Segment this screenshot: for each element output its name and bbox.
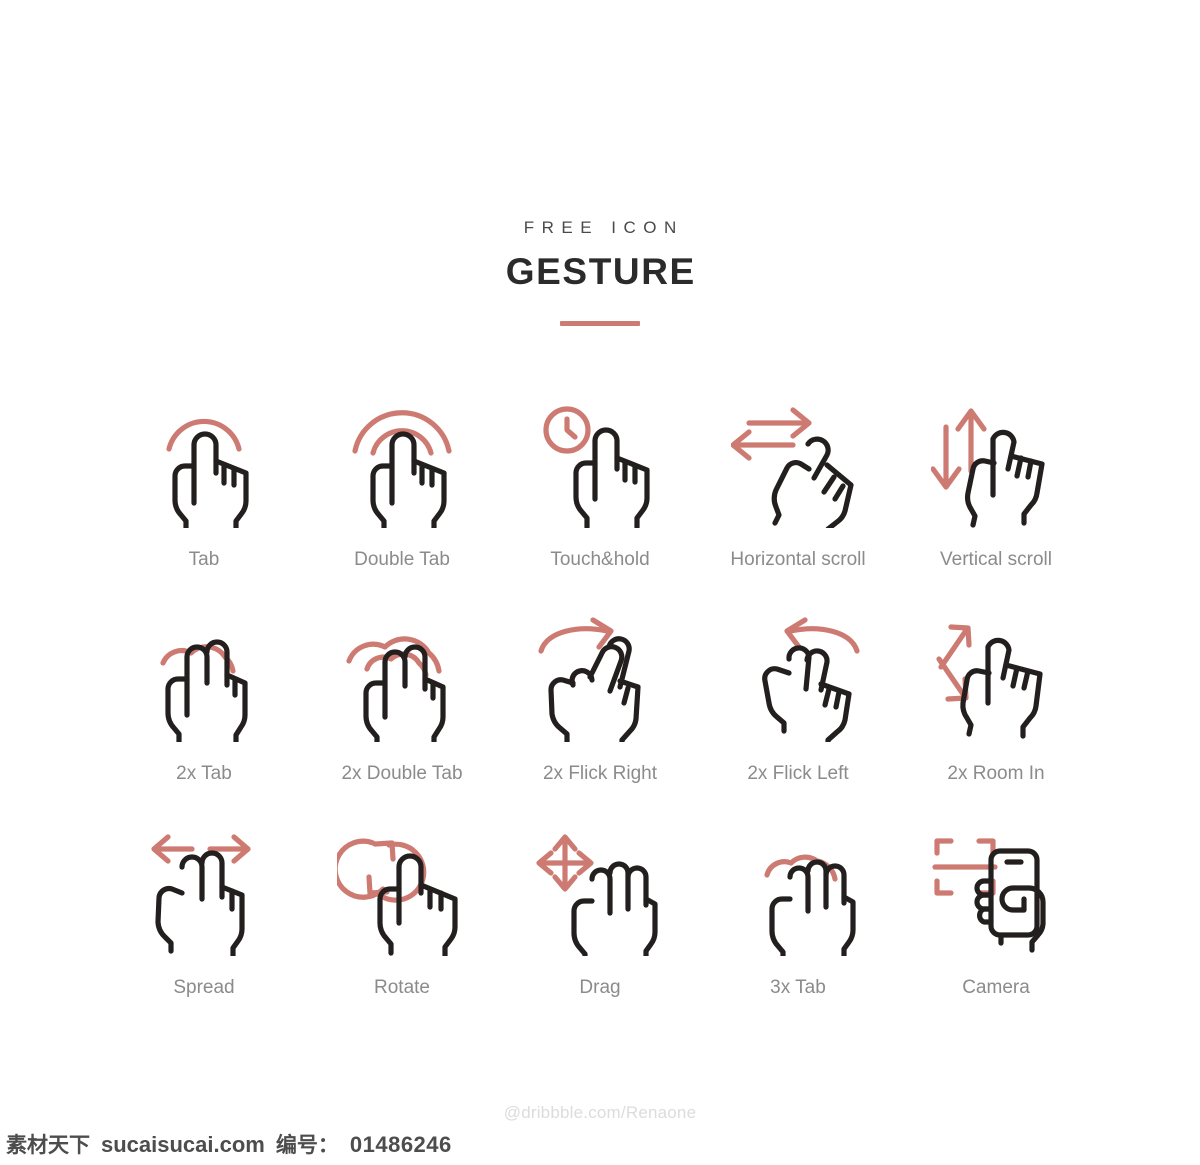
one-finger-double-tap-icon — [327, 393, 477, 538]
one-finger-tap-icon — [129, 393, 279, 538]
icon-label: 2x Double Tab — [341, 763, 463, 784]
icon-cell-vertical-scroll[interactable]: Vertical scroll — [897, 393, 1095, 607]
icon-cell-2x-room-in[interactable]: 2x Room In — [897, 607, 1095, 821]
icon-label: 2x Flick Left — [747, 763, 849, 784]
icon-label: 2x Room In — [947, 763, 1045, 784]
icon-label: Vertical scroll — [940, 549, 1052, 570]
two-finger-tap-icon — [129, 607, 279, 752]
watermark-site-cn: 素材天下 — [6, 1133, 90, 1157]
icon-label: 2x Tab — [176, 763, 232, 784]
page-title: GESTURE — [505, 251, 696, 293]
icon-label: Double Tab — [354, 549, 450, 570]
icon-cell-tab[interactable]: Tab — [105, 393, 303, 607]
site-watermark: 素材天下 sucaisucai.com 编号： 01486246 — [6, 1129, 452, 1159]
icon-cell-drag[interactable]: Drag — [501, 821, 699, 1035]
two-finger-flick-right-icon — [525, 607, 675, 752]
icon-cell-3x-tab[interactable]: 3x Tab — [699, 821, 897, 1035]
eyebrow-text: FREE ICON — [523, 218, 684, 237]
icon-label: Rotate — [374, 977, 430, 998]
icon-cell-2x-tab[interactable]: 2x Tab — [105, 607, 303, 821]
icon-label: Drag — [579, 977, 621, 998]
two-finger-flick-left-icon — [723, 607, 873, 752]
icon-cell-spread[interactable]: Spread — [105, 821, 303, 1035]
one-finger-touch-hold-clock-icon — [525, 393, 675, 538]
icon-cell-2x-flick-right[interactable]: 2x Flick Right — [501, 607, 699, 821]
page-header: FREE ICON GESTURE — [0, 218, 1200, 327]
icon-label: Camera — [962, 977, 1030, 998]
title-underline-rule — [560, 321, 640, 327]
two-finger-spread-icon — [129, 821, 279, 966]
camera-phone-scan-icon — [921, 821, 1071, 966]
icon-cell-rotate[interactable]: Rotate — [303, 821, 501, 1035]
one-finger-vertical-scroll-icon — [921, 393, 1071, 538]
two-finger-zoom-in-icon — [921, 607, 1071, 752]
icon-label: Spread — [173, 977, 235, 998]
watermark-number: 01486246 — [349, 1132, 452, 1157]
watermark-site-domain: sucaisucai.com — [101, 1132, 265, 1157]
icon-cell-camera[interactable]: Camera — [897, 821, 1095, 1035]
three-finger-drag-icon — [525, 821, 675, 966]
icon-label: Tab — [188, 549, 220, 570]
one-finger-rotate-icon — [327, 821, 477, 966]
icon-cell-2x-flick-left[interactable]: 2x Flick Left — [699, 607, 897, 821]
icon-label: Horizontal scroll — [730, 549, 866, 570]
one-finger-horizontal-scroll-icon — [723, 393, 873, 538]
icon-label: 3x Tab — [770, 977, 826, 998]
icon-cell-touch-hold[interactable]: Touch&hold — [501, 393, 699, 607]
icon-cell-horizontal-scroll[interactable]: Horizontal scroll — [699, 393, 897, 607]
two-finger-double-tap-icon — [327, 607, 477, 752]
icon-label: Touch&hold — [550, 549, 650, 570]
dribbble-credit: @dribbble.com/Renaone — [503, 1103, 697, 1122]
three-finger-tap-icon — [723, 821, 873, 966]
watermark-number-label: 编号： — [275, 1133, 339, 1157]
icon-cell-2x-double-tab[interactable]: 2x Double Tab — [303, 607, 501, 821]
icon-cell-double-tab[interactable]: Double Tab — [303, 393, 501, 607]
icon-label: 2x Flick Right — [542, 763, 658, 784]
gesture-icon-grid: Tab Double Tab Touch&hold Horizontal scr… — [105, 393, 1095, 1035]
